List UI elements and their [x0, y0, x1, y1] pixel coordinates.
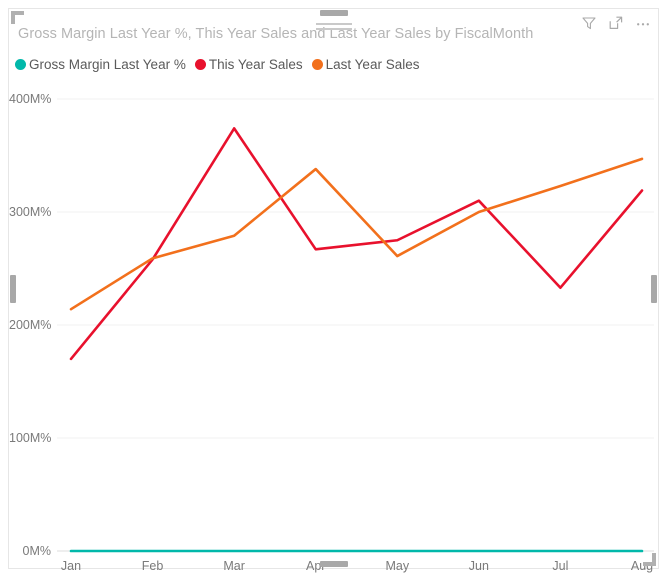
x-axis-tick-label: Mar — [223, 559, 245, 573]
x-axis-tick-label: Jul — [552, 559, 569, 573]
x-axis-tick-label: May — [385, 559, 410, 573]
x-axis-tick-label: Feb — [141, 559, 164, 573]
legend-color-swatch — [15, 58, 26, 70]
visual-drag-grip[interactable] — [315, 23, 352, 30]
legend-item-label: This Year Sales — [208, 56, 303, 72]
chart-plot-area[interactable]: 400M% 300M% 200M% 100M% 0M% Jan Feb Mar Apr May J… — [9, 81, 660, 573]
legend-item[interactable]: Gross Margin Last Year % — [15, 57, 186, 72]
legend-item-label: Gross Margin Last Year % — [29, 56, 186, 72]
resize-handle-top[interactable] — [319, 10, 348, 16]
legend-color-swatch — [311, 58, 323, 70]
resize-handle-bottom[interactable] — [319, 561, 348, 567]
legend-color-swatch — [194, 58, 206, 70]
x-axis-tick-label: Jun — [468, 559, 489, 573]
x-axis-tick-label: Jan — [60, 559, 82, 573]
chart-gridlines — [57, 98, 654, 552]
series-line[interactable] — [69, 127, 644, 361]
filter-icon[interactable] — [580, 14, 598, 32]
resize-handle-left[interactable] — [10, 274, 16, 303]
y-axis-tick-label: 0M% — [22, 544, 51, 558]
chart-series-lines — [69, 127, 644, 553]
visual-header-toolbar — [580, 12, 652, 34]
more-options-icon[interactable] — [634, 14, 652, 32]
series-line[interactable] — [69, 157, 644, 311]
chart-canvas — [57, 98, 654, 553]
focus-mode-icon[interactable] — [607, 14, 625, 32]
legend-item[interactable]: This Year Sales — [194, 56, 303, 72]
resize-handle-top-left[interactable] — [11, 11, 24, 24]
chart-legend: Gross Margin Last Year % This Year Sales… — [15, 54, 428, 74]
legend-item-label: Last Year Sales — [325, 56, 420, 72]
y-axis-tick-label: 100M% — [9, 431, 52, 445]
y-axis-tick-label: 300M% — [9, 205, 52, 219]
y-axis-tick-label: 200M% — [9, 318, 52, 332]
resize-handle-bottom-right[interactable] — [643, 553, 656, 566]
resize-handle-right[interactable] — [651, 274, 657, 303]
visual-title: Gross Margin Last Year %, This Year Sale… — [18, 26, 534, 42]
y-axis-tick-label: 400M% — [9, 92, 52, 106]
chart-visual-container[interactable]: Gross Margin Last Year %, This Year Sale… — [8, 8, 660, 573]
legend-item[interactable]: Last Year Sales — [311, 56, 420, 72]
